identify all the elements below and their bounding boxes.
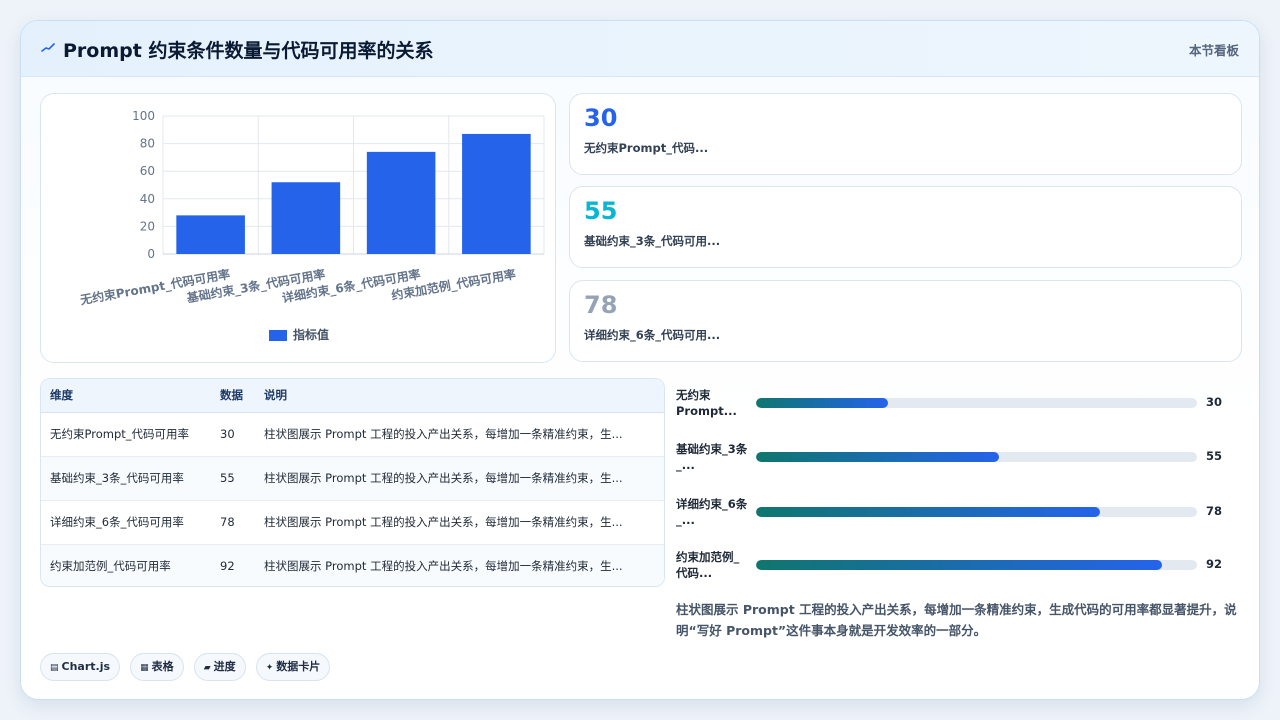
y-tick-label: 80 [140,137,155,151]
progress-value: 78 [1206,504,1223,518]
stat-value: 78 [584,291,618,319]
panel-header: Prompt 约束条件数量与代码可用率的关系 本节看板 [21,21,1259,77]
cell-description: 柱状图展示 Prompt 工程的投入产出关系，每增加一条精准约束，生... [264,515,623,529]
cell-description: 柱状图展示 Prompt 工程的投入产出关系，每增加一条精准约束，生... [264,559,623,573]
progress-track [756,452,1197,462]
cell-description: 柱状图展示 Prompt 工程的投入产出关系，每增加一条精准约束，生... [264,471,623,485]
tech-chips: ▤ Chart.js ▦ 表格 ▰ 进度 ✦ 数据卡片 [40,653,335,681]
cell-description: 柱状图展示 Prompt 工程的投入产出关系，每增加一条精准约束，生... [264,427,623,441]
y-tick-label: 0 [147,247,155,261]
table-row: 基础约束_3条_代码可用率 55 柱状图展示 Prompt 工程的投入产出关系，… [41,456,664,500]
cell-dimension: 详细约束_6条_代码可用率 [50,515,184,529]
chip-label: 进度 [213,660,236,673]
progress-track [756,507,1197,517]
table-row: 约束加范例_代码可用率 92 柱状图展示 Prompt 工程的投入产出关系，每增… [41,544,664,586]
stat-card-2: 55 基础约束_3条_代码可用... [569,186,1242,268]
section-board-link[interactable]: 本节看板 [1189,40,1239,59]
progress-label: 约束加范例_代码... [676,550,740,580]
progress-label: 基础约束_3条_... [676,442,748,472]
column-header-data: 数据 [211,379,255,413]
y-tick-label: 40 [140,192,155,206]
progress-row: 详细约束_6条_... 78 [676,490,1236,530]
bar [176,215,245,254]
cell-dimension: 约束加范例_代码可用率 [50,559,171,573]
table-row: 详细约束_6条_代码可用率 78 柱状图展示 Prompt 工程的投入产出关系，… [41,500,664,544]
progress-icon: ▰ [203,663,211,673]
progress-label: 详细约束_6条_... [676,497,748,527]
cell-value: 92 [220,559,235,573]
bar [462,133,531,254]
stat-value: 30 [584,104,618,132]
stat-label: 基础约束_3条_代码可用... [584,234,721,248]
chip-table[interactable]: ▦ 表格 [130,653,184,681]
bar-chart: 020406080100无约束Prompt_代码可用率基础约束_3条_代码可用率… [78,109,545,342]
bar [271,182,341,254]
stat-value: 55 [584,197,618,225]
page-title: Prompt 约束条件数量与代码可用率的关系 [63,40,434,62]
stat-label: 详细约束_6条_代码可用... [584,328,721,342]
cell-dimension: 无约束Prompt_代码可用率 [50,427,190,441]
data-table: 维度 数据 说明 无约束Prompt_代码可用率 30 柱状图展示 Prompt… [41,379,664,586]
progress-label: 无约束Prompt... [676,388,737,418]
column-header-dimension: 维度 [41,379,211,413]
y-tick-label: 60 [140,164,155,178]
chip-label: Chart.js [61,660,111,673]
cell-value: 30 [220,427,235,441]
progress-track [756,560,1197,570]
table-row: 无约束Prompt_代码可用率 30 柱状图展示 Prompt 工程的投入产出关… [41,412,664,456]
progress-track [756,398,1197,408]
progress-value: 55 [1206,449,1223,463]
bar-chart-card: 0 20 40 60 80 100 无约束Prompt_代码可用率 基础约束_3条_代码可用率… [40,93,556,363]
y-tick-label: 20 [140,219,155,233]
stat-card-1: 30 无约束Prompt_代码... [569,93,1242,175]
column-header-description: 说明 [255,379,664,413]
progress-fill [756,560,1162,570]
progress-row: 无约束Prompt... 30 [676,381,1236,421]
chart-icon: ▤ [50,663,59,673]
dashboard-panel: Prompt 约束条件数量与代码可用率的关系 本节看板 0 20 40 60 80 100… [20,20,1260,700]
progress-fill [756,452,999,462]
stat-label: 无约束Prompt_代码... [584,141,709,155]
chip-label: 表格 [151,660,174,673]
chart-trend-icon [41,43,55,52]
chip-chartjs[interactable]: ▤ Chart.js [40,653,121,681]
stat-card-3: 78 详细约束_6条_代码可用... [569,280,1242,362]
bar [366,151,436,254]
table-icon: ▦ [140,663,149,673]
legend-swatch [269,330,287,341]
progress-list: 无约束Prompt... 30 基础约束_3条_... 55 详细约束_6条_.… [676,381,1236,591]
progress-value: 30 [1206,395,1223,409]
progress-fill [756,398,889,408]
progress-fill [756,507,1100,517]
table-header-row: 维度 数据 说明 [41,379,664,413]
y-tick-label: 100 [132,109,155,123]
sparkle-icon: ✦ [265,663,274,673]
progress-row: 基础约束_3条_... 55 [676,435,1236,475]
cell-value: 55 [220,471,235,485]
progress-value: 92 [1206,557,1223,571]
chip-progress[interactable]: ▰ 进度 [193,653,246,681]
legend-label: 指标值 [293,327,329,342]
chip-label: 数据卡片 [276,660,321,673]
cell-dimension: 基础约束_3条_代码可用率 [50,471,184,485]
chip-data-card[interactable]: ✦ 数据卡片 [255,653,331,681]
cell-value: 78 [220,515,235,529]
data-table-card: 维度 数据 说明 无约束Prompt_代码可用率 30 柱状图展示 Prompt… [40,378,665,587]
progress-row: 约束加范例_代码... 92 [676,543,1236,583]
chart-note: 柱状图展示 Prompt 工程的投入产出关系，每增加一条精准约束，生成代码的可用… [676,602,1237,638]
